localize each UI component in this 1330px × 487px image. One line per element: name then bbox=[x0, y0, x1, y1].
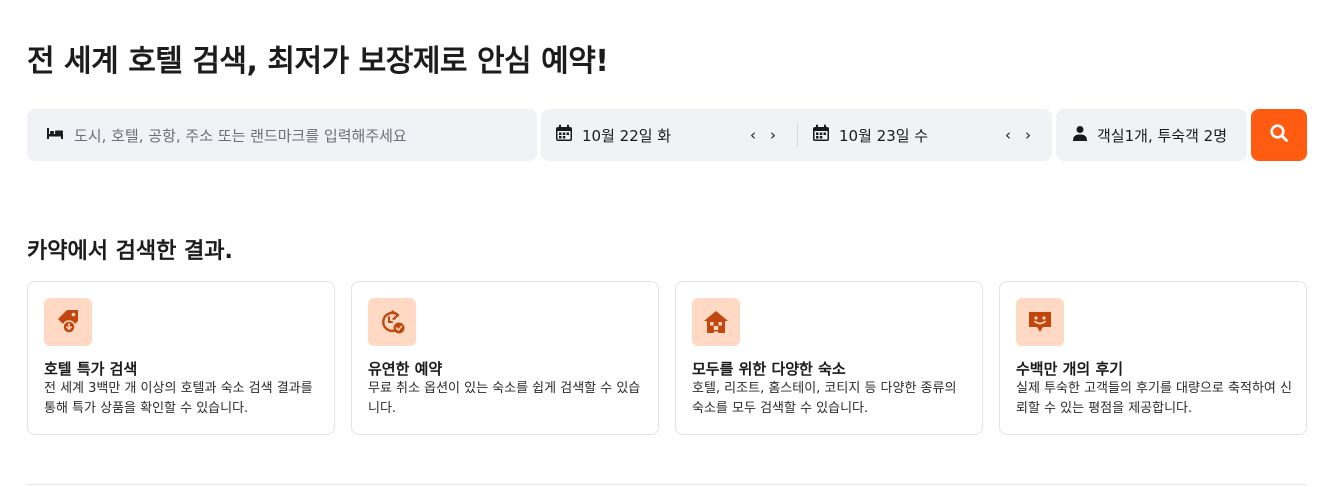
person-icon bbox=[1072, 125, 1088, 145]
card-description: 호텔, 리조트, 홈스테이, 코티지 등 다양한 종류의 숙소를 모두 검색할 … bbox=[692, 381, 957, 416]
feature-card-deals: 호텔 특가 검색 전 세계 3백만 개 이상의 호텔과 숙소 검색 결과를 통해… bbox=[27, 281, 335, 435]
checkout-next-button[interactable]: › bbox=[1022, 126, 1034, 144]
search-bar: 도시, 호텔, 공항, 주소 또는 랜드마크를 입력해주세요 10월 22일 화 bbox=[27, 109, 1307, 161]
checkin-date-text: 10월 22일 화 bbox=[582, 126, 672, 145]
card-title: 수백만 개의 후기 bbox=[1016, 360, 1124, 378]
results-heading: 카약에서 검색한 결과. bbox=[27, 239, 233, 264]
destination-field[interactable]: 도시, 호텔, 공항, 주소 또는 랜드마크를 입력해주세요 bbox=[27, 109, 537, 161]
checkin-next-button[interactable]: › bbox=[767, 126, 779, 144]
search-icon bbox=[1269, 123, 1289, 147]
price-tag-icon bbox=[44, 298, 92, 346]
card-description: 실제 투숙한 고객들의 후기를 대량으로 축적하여 신뢰할 수 있는 평점을 제… bbox=[1016, 381, 1292, 416]
checkout-date-text: 10월 23일 수 bbox=[839, 126, 929, 145]
feature-cards: 호텔 특가 검색 전 세계 3백만 개 이상의 호텔과 숙소 검색 결과를 통해… bbox=[27, 281, 1307, 435]
card-description: 전 세계 3백만 개 이상의 호텔과 숙소 검색 결과를 통해 특가 상품을 확… bbox=[44, 381, 313, 416]
bed-icon bbox=[46, 126, 64, 144]
card-title: 유연한 예약 bbox=[368, 360, 443, 378]
search-button[interactable] bbox=[1251, 109, 1307, 161]
checkout-prev-button[interactable]: ‹ bbox=[1002, 126, 1014, 144]
card-title: 호텔 특가 검색 bbox=[44, 360, 138, 378]
checkout-arrows: ‹ › bbox=[1002, 109, 1034, 161]
review-chat-icon bbox=[1016, 298, 1064, 346]
checkin-arrows: ‹ › bbox=[747, 109, 779, 161]
guests-text: 객실1개, 투숙객 2명 bbox=[1097, 126, 1227, 145]
flexible-booking-icon bbox=[368, 298, 416, 346]
dates-field: 10월 22일 화 ‹ › 10월 23일 수 ‹ › bbox=[541, 109, 1052, 161]
checkin-date[interactable]: 10월 22일 화 ‹ › bbox=[555, 109, 795, 161]
card-description: 무료 취소 옵션이 있는 숙소를 쉽게 검색할 수 있습니다. bbox=[368, 381, 641, 416]
destination-input[interactable]: 도시, 호텔, 공항, 주소 또는 랜드마크를 입력해주세요 bbox=[74, 125, 407, 146]
checkout-date[interactable]: 10월 23일 수 ‹ › bbox=[812, 109, 1042, 161]
page-title: 전 세계 호텔 검색, 최저가 보장제로 안심 예약! bbox=[27, 44, 609, 79]
guests-field[interactable]: 객실1개, 투숙객 2명 bbox=[1056, 109, 1247, 161]
calendar-icon bbox=[812, 124, 830, 146]
feature-card-reviews: 수백만 개의 후기 실제 투숙한 고객들의 후기를 대량으로 축적하여 신뢰할 … bbox=[999, 281, 1307, 435]
house-icon bbox=[692, 298, 740, 346]
feature-card-variety: 모두를 위한 다양한 숙소 호텔, 리조트, 홈스테이, 코티지 등 다양한 종… bbox=[675, 281, 983, 435]
date-divider bbox=[797, 123, 798, 147]
calendar-icon bbox=[555, 124, 573, 146]
section-divider bbox=[27, 484, 1307, 485]
card-title: 모두를 위한 다양한 숙소 bbox=[692, 360, 846, 378]
checkin-prev-button[interactable]: ‹ bbox=[747, 126, 759, 144]
feature-card-flexible: 유연한 예약 무료 취소 옵션이 있는 숙소를 쉽게 검색할 수 있습니다. bbox=[351, 281, 659, 435]
